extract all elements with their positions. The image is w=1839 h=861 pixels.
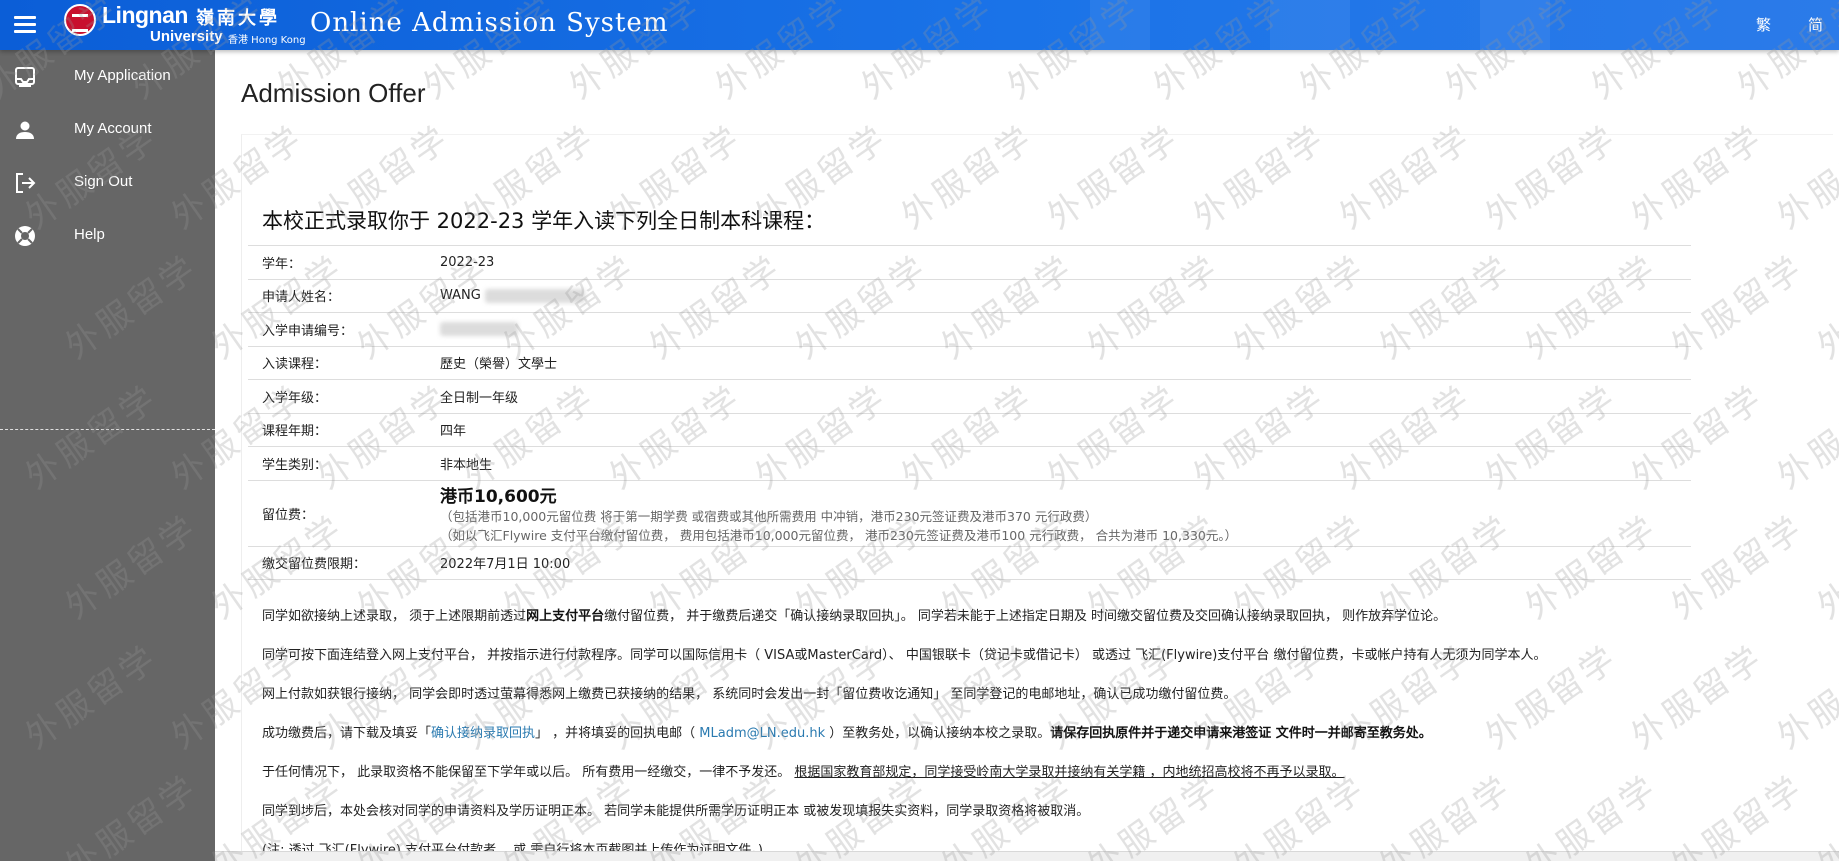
sidebar-item-label: Help [74,226,105,243]
fee-note: （包括港币10,000元留位费 将于第一期学费 或宿费或其他所需费用 中冲销，港… [440,508,1098,524]
note-paragraph: 成功缴费后，请下载及填妥「确认接纳录取回执」 ，并将填妥的回执电邮（ MLadm… [262,724,1642,763]
table-row: 学年： 2022-23 [248,245,1691,279]
sidebar-item-label: My Application [74,67,171,84]
system-title: Online Admission System [310,8,669,38]
row-key: 留位费： [248,479,434,546]
note-paragraph: 于任何情况下， 此录取资格不能保留至下学年或以后。 所有费用一经缴交，一律不予发… [262,763,1642,802]
note-paragraph: 同学可按下面连结登入网上支付平台， 并按指示进行付款程序。同学可以国际信用卡（ … [262,648,1547,663]
help-icon [13,224,37,248]
row-key: 学年： [248,245,434,279]
logo-text-cn: 嶺南大學 [196,8,280,29]
note-bold: 网上支付平台 [526,609,605,624]
sidebar-item-help[interactable]: Help [0,209,215,262]
row-key: 入读课程： [248,345,434,380]
note-bold: 请保存回执原件并于递交申请来港签证 文件时一并邮寄至教务处。 [1050,726,1432,741]
fee-note: （如以飞汇Flywire 支付平台缴付留位费， 费用包括港币10,000元留位费… [440,527,1238,543]
note-paragraph: 同学到埗后，本处会核对同学的申请资料及学历证明正本。 若同学未能提供所需学历证明… [262,804,1090,819]
row-key: 入学年级： [248,379,434,413]
row-key: 入学申请编号： [248,312,434,346]
header-decoration [1090,0,1150,50]
row-key: 申请人姓名： [248,278,434,313]
sidebar-item-label: Sign Out [74,173,133,190]
table-row: 入读课程： 歷史（榮譽）文學士 [248,345,1691,380]
note-text: 于任何情况下， 此录取资格不能保留至下学年或以后。 所有费用一经缴交，一律不予发… [262,765,795,780]
sidebar: My Application My Account Sign Out Help [0,50,215,861]
note-text: 同学如欲接纳上述录取， 须于上述限期前透过 [262,609,527,624]
row-value: 2022年7月1日 10:00 [434,545,1691,580]
lang-simplified-button[interactable]: 简 [1808,14,1823,35]
table-row: 缴交留位费限期： 2022年7月1日 10:00 [248,545,1691,580]
top-header: Lingnan 嶺南大學 University 香港 Hong Kong Onl… [0,0,1839,50]
main-content: Admission Offer 本校正式录取你于 2022-23 学年入读下列全… [215,50,1839,861]
fee-value: 港币10,600元 （包括港币10,000元留位费 将于第一期学费 或宿费或其他… [434,479,1691,546]
sidebar-item-label: My Account [74,120,152,137]
redacted-name [484,288,585,303]
lang-traditional-button[interactable]: 繁 [1756,14,1771,35]
sidebar-item-sign-out[interactable]: Sign Out [0,156,215,209]
note-text: 」 ，并将填妥的回执电邮（ [535,726,700,741]
row-key: 课程年期： [248,412,434,447]
sidebar-item-my-application[interactable]: My Application [0,50,215,103]
logo-subtext-hk: 香港 Hong Kong [228,35,306,46]
row-value: 2022-23 [434,245,1691,279]
offer-heading: 本校正式录取你于 2022-23 学年入读下列全日制本科课程： [262,209,826,233]
row-value: 四年 [434,412,1691,447]
application-number-value [434,312,1691,346]
confirmation-form-link[interactable]: 确认接纳录取回执 [431,726,535,741]
sidebar-item-my-account[interactable]: My Account [0,103,215,156]
header-decoration [1480,0,1550,50]
inbox-icon [13,65,37,89]
menu-icon[interactable] [14,12,38,36]
university-logo-icon [64,4,96,36]
note-paragraph: 同学如欲接纳上述录取， 须于上述限期前透过网上支付平台缴付留位费， 并于缴费后递… [262,607,1642,646]
row-value: 全日制一年级 [434,379,1691,413]
offer-notes: 同学如欲接纳上述录取， 须于上述限期前透过网上支付平台缴付留位费， 并于缴费后递… [262,607,1642,861]
row-key: 缴交留位费限期： [248,545,434,580]
logo-text-en: Lingnan [102,2,188,28]
logout-icon [13,171,37,195]
offer-card: 本校正式录取你于 2022-23 学年入读下列全日制本科课程： 学年： 2022… [241,134,1833,861]
sidebar-divider [0,429,215,430]
person-icon [13,118,37,142]
fee-amount: 港币10,600元 [440,486,557,507]
applicant-name-text: WANG [440,288,481,304]
logo-subtext-en: University [150,28,223,45]
table-row: 学生类别： 非本地生 [248,446,1691,480]
header-decoration [1270,0,1350,50]
table-row: 课程年期： 四年 [248,412,1691,447]
note-underlined: 根据国家教育部规定，同学接受岭南大学录取并接纳有关学籍 ，内地统招高校将不再予以… [794,765,1345,780]
applicant-name-value: WANG [434,278,1691,313]
row-key: 学生类别： [248,446,434,480]
table-row-fee: 留位费： 港币10,600元 （包括港币10,000元留位费 将于第一期学费 或… [248,479,1691,546]
horizontal-scrollbar[interactable] [215,851,1839,861]
row-value: 歷史（榮譽）文學士 [434,345,1691,380]
row-value: 非本地生 [434,446,1691,480]
offer-details-table: 学年： 2022-23 申请人姓名： WANG 入学申请编号： 入读课程： 歷史… [248,245,1691,580]
email-link[interactable]: MLadm@LN.edu.hk [699,726,825,741]
note-paragraph: 网上付款如获银行接纳， 同学会即时透过萤幕得悉网上缴费已获接纳的结果， 系统同时… [262,687,1237,702]
table-row: 入学申请编号： [248,312,1691,346]
table-row: 入学年级： 全日制一年级 [248,379,1691,413]
note-text: 缴付留位费， 并于缴费后递交「确认接纳录取回执」。 同学若未能于上述指定日期及 … [604,609,1447,624]
note-text: ）至教务处，以确认接纳本校之录取。 [825,726,1051,741]
table-row: 申请人姓名： WANG [248,278,1691,313]
note-text: 成功缴费后，请下载及填妥「 [262,726,432,741]
redacted-application-number [440,322,518,337]
page-title: Admission Offer [241,78,426,108]
